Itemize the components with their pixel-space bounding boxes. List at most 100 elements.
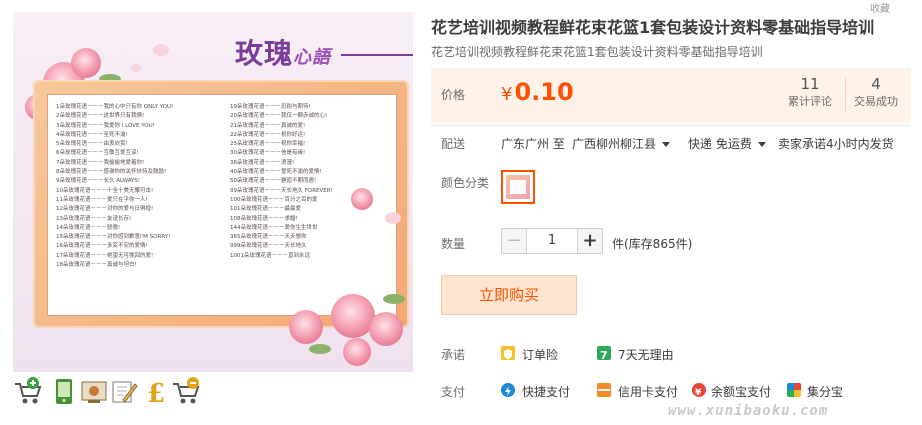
flower-language-line: 5朵玫瑰花语－－－由衷欣赏!: [56, 141, 128, 148]
thumbnail-strip: £: [13, 374, 413, 412]
quantity-decrease-button[interactable]: −: [501, 228, 527, 254]
seven-day-return-icon: 7: [597, 346, 611, 362]
pound-currency-icon[interactable]: £: [141, 376, 169, 409]
yuebao-icon: ¥: [692, 383, 706, 398]
flower-language-line: 7朵玫瑰花语－－－我偷偷地爱着你!: [56, 159, 145, 166]
flower-language-line: 22朵玫瑰花语－－－祝你好运!: [230, 131, 306, 138]
product-subtitle: 花艺培训视频教程鲜花束花篮1套包装设计资料零基础指导培训: [431, 45, 763, 59]
flower-language-line: 12朵玫瑰花语－－－对你的爱与日俱增!: [56, 206, 154, 213]
petal-decoration: [131, 64, 141, 72]
flower-language-line: 144朵玫瑰花语－－－爱你生生世世: [230, 224, 318, 231]
rose-decoration: [343, 338, 371, 366]
flower-language-line: 1001朵玫瑰花语－－－直到永远: [230, 252, 310, 259]
promise-label: 承诺: [441, 348, 466, 362]
flower-language-line: 13朵玫瑰花语－－－友谊长存!: [56, 215, 132, 222]
flower-language-line: 10朵玫瑰花语－－－十全十美无懈可击!: [56, 187, 154, 194]
flower-language-line: 8朵玫瑰花语－－－感谢你的关怀扶持及鼓励!: [56, 169, 167, 176]
flower-language-line: 18朵玫瑰花语－－－真诚与坦白!: [56, 262, 137, 269]
petal-decoration: [385, 212, 401, 224]
shipping-label: 配送: [441, 137, 466, 151]
flower-language-line: 4朵玫瑰花语－－－至死不渝!: [56, 131, 128, 138]
promise-item[interactable]: 7天无理由: [618, 346, 674, 363]
leaf-decoration: [383, 294, 405, 304]
payment-item[interactable]: 余额宝支付: [711, 383, 771, 400]
payment-item[interactable]: 信用卡支付: [618, 383, 678, 400]
flower-language-line: 9朵玫瑰花语－－－长久 ALWAYS!: [56, 178, 141, 185]
quantity-increase-button[interactable]: +: [577, 228, 603, 254]
flower-language-line: 19朵玫瑰花语－－－忍耐与期待!: [230, 104, 311, 110]
flower-language-line: 21朵玫瑰花语－－－真诚的爱!: [230, 122, 306, 129]
flower-language-line: 20朵玫瑰花语－－－我仅一颗赤诚的心!: [230, 113, 328, 120]
quick-pay-icon: [501, 383, 515, 397]
rose-decoration: [369, 312, 403, 346]
leaf-decoration: [309, 344, 331, 354]
product-main-image[interactable]: 玫瑰心語 1朵玫瑰花语－－－我的心中只有你 ONLY YOU! 2朵玫瑰花语－－－…: [13, 12, 413, 372]
payment-item[interactable]: 集分宝: [807, 383, 843, 400]
review-count-label: 累计评论: [788, 95, 832, 108]
flower-language-line: 17朵玫瑰花语－－－绝望无可挽回的爱!: [56, 252, 154, 259]
price-value: ¥0.10: [501, 78, 574, 106]
rose-decoration: [351, 188, 373, 210]
flower-language-line: 3朵玫瑰花语－－－我爱你 I LOVE YOU!: [56, 122, 155, 129]
sales-count-label: 交易成功: [854, 95, 898, 108]
currency-symbol: ¥: [501, 84, 513, 105]
insurance-icon: [501, 346, 515, 360]
edit-icon[interactable]: [109, 376, 138, 406]
flower-language-line: 2朵玫瑰花语－－－这世界只有我俩!: [56, 113, 145, 120]
flower-language-line: 108朵玫瑰花语－－－求婚!: [230, 215, 298, 222]
shipping-method-select[interactable]: 快递 免运费: [688, 135, 766, 152]
flower-language-line: 50朵玫瑰花语－－－邂逅不期而遇!: [230, 178, 317, 185]
flower-language-line: 11朵玫瑰花语－－－爱只在乎你一人!: [56, 196, 148, 203]
promise-item[interactable]: 订单险: [522, 346, 558, 363]
buy-now-button[interactable]: 立即购买: [441, 275, 577, 315]
color-option-swatch[interactable]: [501, 170, 535, 204]
price-panel: 价格 ¥0.10 11 累计评论 4 交易成功: [431, 68, 911, 122]
add-to-cart-icon[interactable]: [13, 376, 42, 406]
payment-label: 支付: [441, 385, 466, 399]
sales-count: 4: [871, 75, 881, 93]
rose-decoration: [289, 310, 323, 344]
flower-language-left-column: 1朵玫瑰花语－－－我的心中只有你 ONLY YOU! 2朵玫瑰花语－－－这世界只有…: [56, 103, 216, 270]
cart-discount-icon[interactable]: [171, 376, 200, 406]
review-count-stat[interactable]: 11 累计评论: [780, 75, 840, 111]
flower-language-line: 365朵玫瑰花语－－－天天想你: [230, 234, 307, 241]
flower-language-line: 1朵玫瑰花语－－－我的心中只有你 ONLY YOU!: [56, 104, 174, 110]
shipping-destination: 广西柳州柳江县: [572, 137, 657, 151]
price-amount: 0.10: [514, 78, 574, 106]
flower-language-line: 6朵玫瑰花语－－－互敬互爱互谅!: [56, 150, 139, 157]
shipping-promise: 卖家承诺4小时内发货: [778, 137, 894, 151]
flower-language-right-column: 19朵玫瑰花语－－－忍耐与期待! 20朵玫瑰花语－－－我仅一颗赤诚的心! 21朵玫瑰…: [230, 103, 390, 261]
swatch-thumbnail: [506, 175, 530, 199]
quantity-input[interactable]: 1: [527, 228, 577, 254]
flower-language-line: 14朵玫瑰花语－－－骄傲!: [56, 224, 121, 231]
flower-language-line: 15朵玫瑰花语－－－对你感到歉意I'M SORRY!: [56, 234, 171, 241]
rose-decoration: [71, 48, 101, 78]
site-watermark: www.xunibaoku.com: [668, 403, 829, 419]
section-divider: [431, 125, 911, 126]
flower-language-line: 40朵玫瑰花语－－－誓死不渝的爱情!: [230, 169, 322, 176]
svg-text:7: 7: [600, 349, 608, 361]
quantity-label: 数量: [441, 237, 466, 251]
chevron-down-icon: [757, 142, 766, 147]
shipping-origin: 广东广州 至: [501, 137, 565, 151]
svg-text:¥: ¥: [695, 388, 702, 398]
jifenbao-icon: [787, 383, 801, 397]
credit-card-icon: [597, 383, 611, 397]
petal-decoration: [153, 44, 169, 56]
svg-text:£: £: [147, 379, 165, 406]
certificate-icon[interactable]: [79, 376, 107, 406]
stock-info: 件(库存865件): [612, 237, 693, 251]
price-label: 价格: [441, 88, 466, 102]
payment-item[interactable]: 快捷支付: [522, 383, 570, 400]
flower-language-line: 30朵玫瑰花语－－－信是有缘!: [230, 150, 306, 157]
product-title: 花艺培训视频教程鲜花束花篮1套包装设计资料零基础指导培训: [431, 18, 875, 37]
flower-language-line: 25朵玫瑰花语－－－祝你幸福!: [230, 141, 306, 148]
shipping-destination-select[interactable]: 广西柳州柳江县: [572, 135, 671, 152]
review-count: 11: [800, 75, 820, 93]
favorite-link[interactable]: 收藏: [870, 0, 890, 15]
flower-language-line: 999朵玫瑰花语－－－天长地久: [230, 243, 307, 250]
sales-count-stat[interactable]: 4 交易成功: [846, 75, 906, 111]
phone-icon[interactable]: [49, 376, 77, 406]
flower-language-line: 16朵玫瑰花语－－－多变不安的爱情!: [56, 243, 148, 250]
image-heading: 玫瑰心語: [235, 37, 332, 70]
